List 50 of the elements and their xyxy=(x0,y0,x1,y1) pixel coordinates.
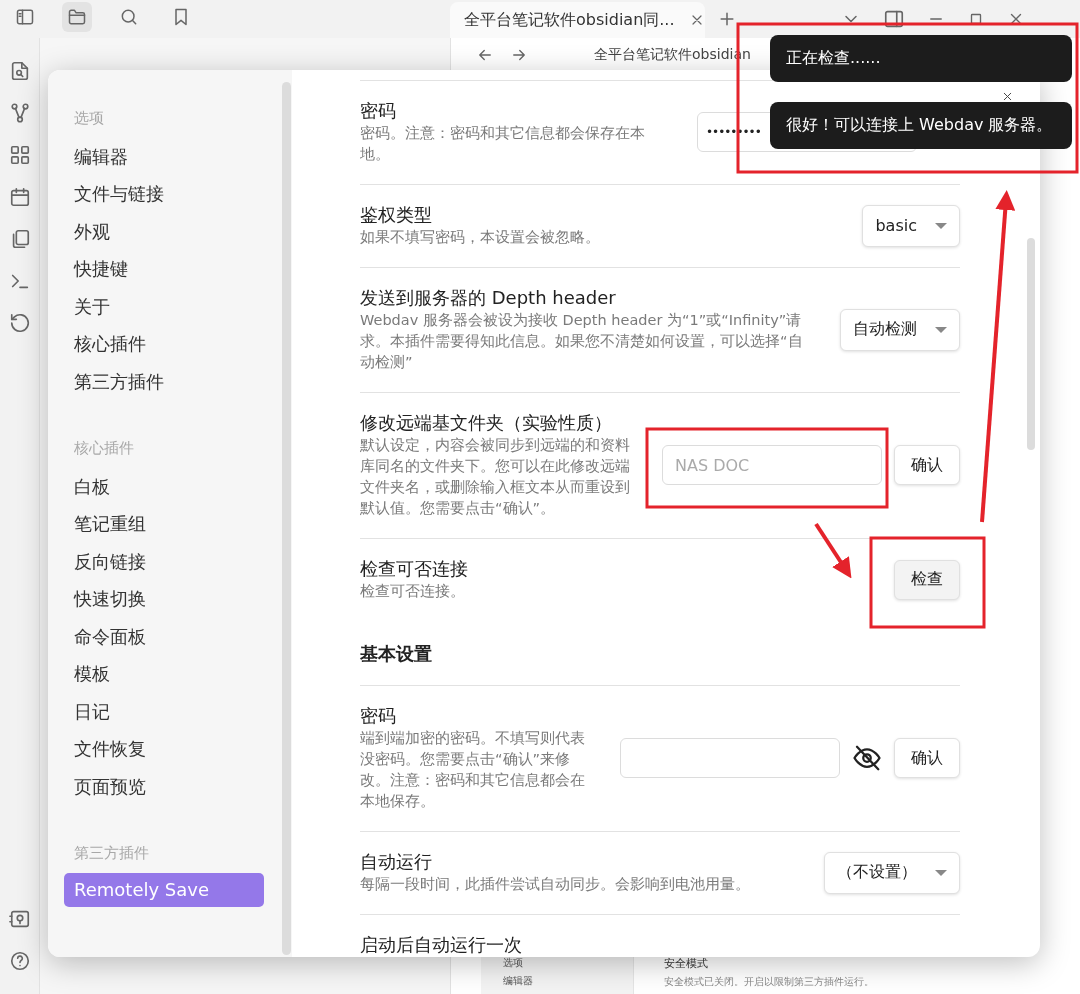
sidebar-item[interactable]: 核心插件 xyxy=(64,325,264,363)
setting-title: 鉴权类型 xyxy=(360,203,433,227)
setting-description: 如果不填写密码，本设置会被忽略。 xyxy=(360,228,601,247)
dropdown[interactable]: 自动检测 xyxy=(840,308,960,351)
sidebar-item: 编辑器 xyxy=(503,974,534,988)
setting-title: 密码 xyxy=(360,704,397,728)
setting-description: Webdav 服务器会被设为接收 Depth header 为“1”或“Infinity”请求。本插件需要得知此信息。如果您不清楚如何设置，可以选择“自动检测” xyxy=(360,311,804,372)
sidebar-item[interactable]: 快捷键 xyxy=(64,250,264,288)
section-heading: 基本设置 xyxy=(360,642,433,666)
dropdown[interactable]: （不设置） xyxy=(824,851,960,894)
text-field[interactable]: NAS DOC xyxy=(662,445,882,485)
notification-toast: 很好！可以连接上 Webdav 服务器。 xyxy=(770,102,1072,149)
sidebar-item: 选项 xyxy=(503,956,524,970)
setting-description: 安全模式已关闭。开启以限制第三方插件运行。 xyxy=(664,975,874,989)
sidebar-item[interactable]: 反向链接 xyxy=(64,542,264,580)
sidebar-item[interactable]: 命令面板 xyxy=(64,617,264,655)
sidebar-item[interactable]: 外观 xyxy=(64,212,264,250)
sidebar-item[interactable]: 日记 xyxy=(64,692,264,730)
sidebar-item[interactable]: 关于 xyxy=(64,287,264,325)
tab-title[interactable]: 全平台笔记软件obsidian同... xyxy=(464,9,675,31)
setting-title: 密码 xyxy=(360,99,397,123)
setting-title: 检查可否连接 xyxy=(360,557,469,581)
setting-title: 修改远端基文件夹（实验性质） xyxy=(360,411,613,435)
sidebar-item[interactable]: 编辑器 xyxy=(64,137,264,175)
sidebar-item[interactable]: 页面预览 xyxy=(64,767,264,805)
setting-title: 启动后自动运行一次 xyxy=(360,933,523,957)
setting-title: 发送到服务器的 Depth header xyxy=(360,286,617,310)
sidebar-item[interactable]: 文件与链接 xyxy=(64,175,264,213)
section-heading: 选项 xyxy=(73,108,105,129)
sidebar-item[interactable]: 快速切换 xyxy=(64,580,264,618)
note-tab[interactable]: 全平台笔记软件obsidian同... xyxy=(450,2,705,38)
sidebar-item[interactable]: 第三方插件 xyxy=(64,362,264,400)
section-heading: 第三方插件 xyxy=(73,843,150,864)
sidebar-item[interactable]: 白板 xyxy=(64,467,264,505)
notification-toast: 正在检查...... xyxy=(770,35,1072,82)
setting-description: 默认设定，内容会被同步到远端的和资料库同名的文件夹下。您可以在此修改远端文件夹名，或删除输入框文本从而重设到默认值。您需要点击“确认”。 xyxy=(360,436,631,518)
sidebar-item[interactable]: 模板 xyxy=(64,655,264,693)
setting-description: 每隔一段时间，此插件尝试自动同步。会影响到电池用量。 xyxy=(360,875,751,894)
dropdown[interactable]: basic xyxy=(862,204,960,247)
sidebar-item[interactable]: 文件恢复 xyxy=(64,730,264,768)
section-heading: 核心插件 xyxy=(73,438,135,459)
setting-title: 自动运行 xyxy=(360,850,433,874)
setting-title: 安全模式 xyxy=(664,956,709,971)
confirm-button[interactable]: 确认 xyxy=(894,445,960,485)
setting-description: 检查可否连接。 xyxy=(360,582,466,601)
confirm-button[interactable]: 确认 xyxy=(894,738,960,778)
sidebar-item[interactable]: 笔记重组 xyxy=(64,505,264,543)
setting-description: 密码。注意：密码和其它信息都会保存在本地。 xyxy=(360,124,646,164)
setting-description: 端到端加密的密码。不填写则代表没密码。您需要点击“确认”来修改。注意：密码和其它信息都会在本地保存。 xyxy=(360,729,586,811)
check-button[interactable]: 检查 xyxy=(894,559,960,600)
